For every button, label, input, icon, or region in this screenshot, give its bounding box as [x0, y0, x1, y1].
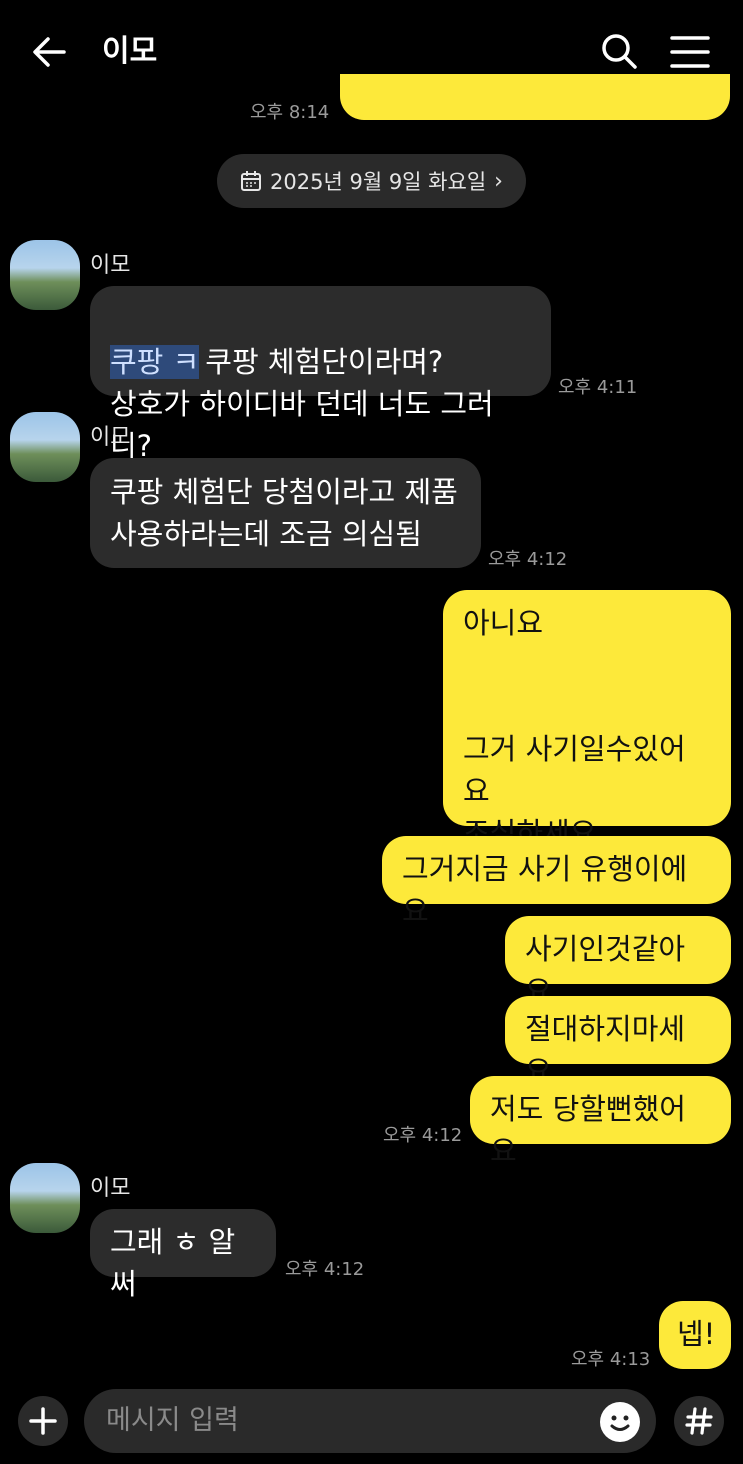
avatar[interactable]: [10, 1163, 80, 1233]
outgoing-message[interactable]: 넵!: [659, 1301, 731, 1369]
message-time: 오후 4:12: [383, 1125, 463, 1146]
avatar[interactable]: [10, 240, 80, 310]
plus-icon: [29, 1407, 57, 1435]
chat-title: 이모: [102, 34, 158, 69]
attach-button[interactable]: [18, 1396, 68, 1446]
outgoing-message[interactable]: 사기인것같아요: [505, 916, 731, 1008]
date-label: 2025년 9월 9일 화요일: [270, 170, 487, 194]
calendar-icon: [241, 171, 262, 191]
chevron-right-icon: ›: [494, 168, 503, 194]
incoming-message[interactable]: 쿠팡 체험단 당첨이라고 제품 사용하라는데 조금 의심됨: [90, 458, 481, 568]
message-time: 오후 4:12: [488, 549, 568, 570]
incoming-message[interactable]: 쿠팡 ㅋ 쿠팡 체험단이라며? 상호가 하이디바 던데 너도 그러니?: [90, 286, 551, 463]
partial-outgoing-bubble: [340, 74, 730, 120]
menu-icon[interactable]: [668, 30, 712, 74]
outgoing-message[interactable]: 절대하지마세요: [505, 996, 731, 1088]
search-icon[interactable]: [598, 30, 642, 74]
quoted-snippet: 쿠팡 ㅋ: [110, 345, 200, 379]
message-time: 오후 4:11: [558, 377, 638, 398]
date-divider[interactable]: 2025년 9월 9일 화요일 ›: [217, 154, 526, 208]
incoming-message[interactable]: 그래 ㅎ 알써: [90, 1209, 276, 1301]
hash-icon: [685, 1407, 713, 1435]
message-input[interactable]: 메시지 입력: [84, 1389, 656, 1453]
back-arrow-icon[interactable]: [28, 30, 72, 74]
sender-name: 이모: [90, 1176, 131, 1201]
message-time: 오후 4:12: [285, 1259, 365, 1280]
outgoing-message[interactable]: 그거지금 사기 유행이에요: [382, 836, 731, 928]
message-time: 오후 8:14: [250, 102, 330, 123]
outgoing-message[interactable]: 아니요 그거 사기일수있어요 조심하세요: [443, 590, 731, 850]
smiley-icon: [610, 1415, 630, 1431]
hashtag-button[interactable]: [674, 1396, 724, 1446]
sender-name: 이모: [90, 425, 131, 450]
emoji-button[interactable]: [600, 1402, 640, 1442]
message-time: 오후 4:13: [571, 1349, 651, 1370]
outgoing-message[interactable]: 저도 당할뻔했어요: [470, 1076, 731, 1168]
sender-name: 이모: [90, 253, 131, 278]
avatar[interactable]: [10, 412, 80, 482]
